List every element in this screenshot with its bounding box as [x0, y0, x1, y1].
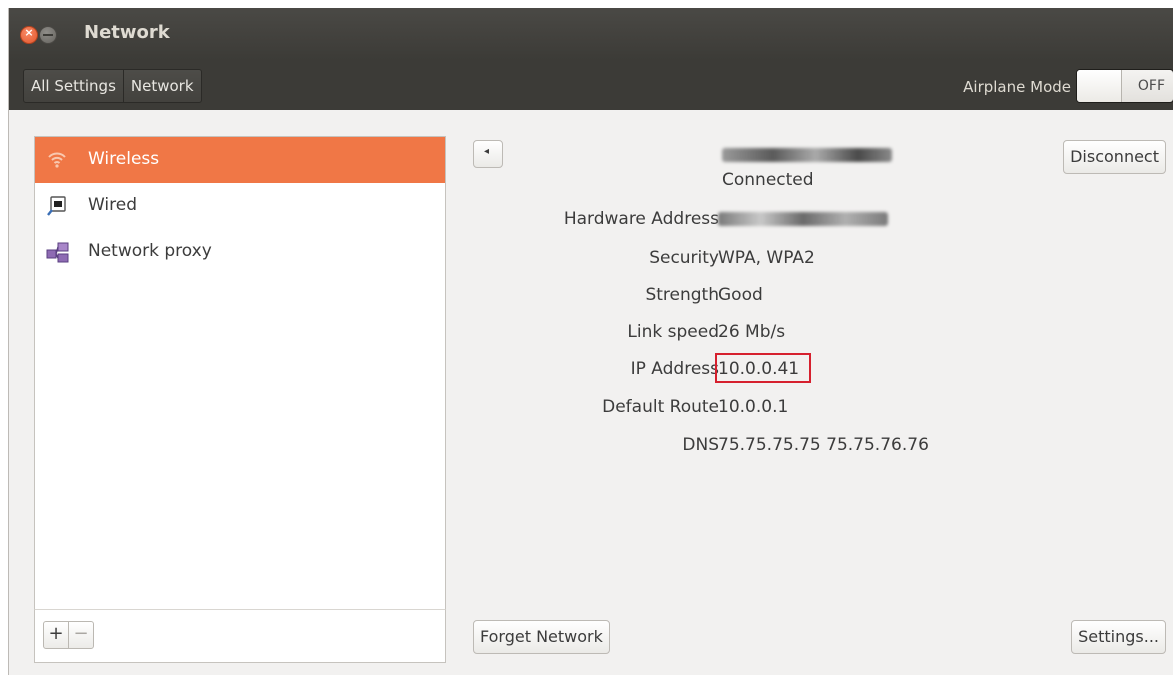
- airplane-mode-switch[interactable]: OFF: [1076, 69, 1173, 103]
- switch-knob[interactable]: [1077, 70, 1122, 102]
- dns-value: 75.75.75.75 75.75.76.76: [718, 435, 929, 455]
- sidebar-item-wireless[interactable]: Wireless: [35, 137, 445, 183]
- wireless-icon: [46, 149, 68, 171]
- security-label: Security: [649, 248, 719, 268]
- minimize-window-icon[interactable]: [39, 26, 57, 44]
- sidebar-item-wired[interactable]: Wired: [35, 183, 445, 229]
- connection-status: Connected: [722, 170, 814, 190]
- breadcrumb-all-settings[interactable]: All Settings: [24, 70, 124, 102]
- security-value: WPA, WPA2: [718, 248, 815, 268]
- hardware-address-value: [718, 209, 888, 231]
- network-name-redacted: [722, 148, 892, 162]
- sidebar-item-network-proxy[interactable]: Network proxy: [35, 229, 445, 275]
- device-list: Wireless Wired Network proxy: [34, 136, 446, 610]
- ip-address-highlight-box: [715, 353, 811, 383]
- wired-icon: [46, 195, 68, 217]
- airplane-mode-label: Airplane Mode: [963, 78, 1071, 96]
- default-route-value: 10.0.0.1: [718, 397, 789, 417]
- link-speed-label: Link speed: [627, 322, 719, 342]
- title-bar: × Network: [9, 8, 1173, 60]
- disconnect-button[interactable]: Disconnect: [1063, 140, 1166, 174]
- settings-button[interactable]: Settings...: [1071, 620, 1166, 654]
- link-speed-value: 26 Mb/s: [718, 322, 786, 342]
- back-button[interactable]: ◂: [473, 140, 503, 168]
- dns-label: DNS: [682, 435, 719, 455]
- hardware-address-redacted: [718, 212, 888, 226]
- network-settings-window: × Network All Settings Network Airplane …: [8, 8, 1173, 675]
- sidebar-item-label: Wireless: [88, 149, 160, 169]
- sidebar-item-label: Network proxy: [88, 241, 212, 261]
- default-route-label: Default Route: [602, 397, 719, 417]
- sidebar-item-label: Wired: [88, 195, 138, 215]
- hardware-address-label: Hardware Address: [563, 209, 719, 229]
- forget-network-button[interactable]: Forget Network: [473, 620, 610, 654]
- strength-label: Strength: [645, 285, 719, 305]
- network-proxy-icon: [46, 241, 69, 263]
- airplane-mode-state: OFF: [1137, 78, 1165, 94]
- breadcrumb-network[interactable]: Network: [124, 70, 201, 102]
- strength-value: Good: [718, 285, 763, 305]
- ip-address-label: IP Address: [630, 359, 719, 379]
- toolbar: All Settings Network Airplane Mode OFF: [9, 60, 1173, 110]
- window-title: Network: [84, 22, 170, 43]
- close-window-icon[interactable]: ×: [20, 26, 38, 44]
- breadcrumb: All Settings Network: [23, 69, 202, 103]
- remove-connection-button[interactable]: −: [68, 621, 94, 649]
- add-connection-button[interactable]: +: [43, 621, 69, 649]
- list-toolbar: + −: [34, 609, 446, 663]
- chevron-left-icon: ◂: [484, 146, 490, 157]
